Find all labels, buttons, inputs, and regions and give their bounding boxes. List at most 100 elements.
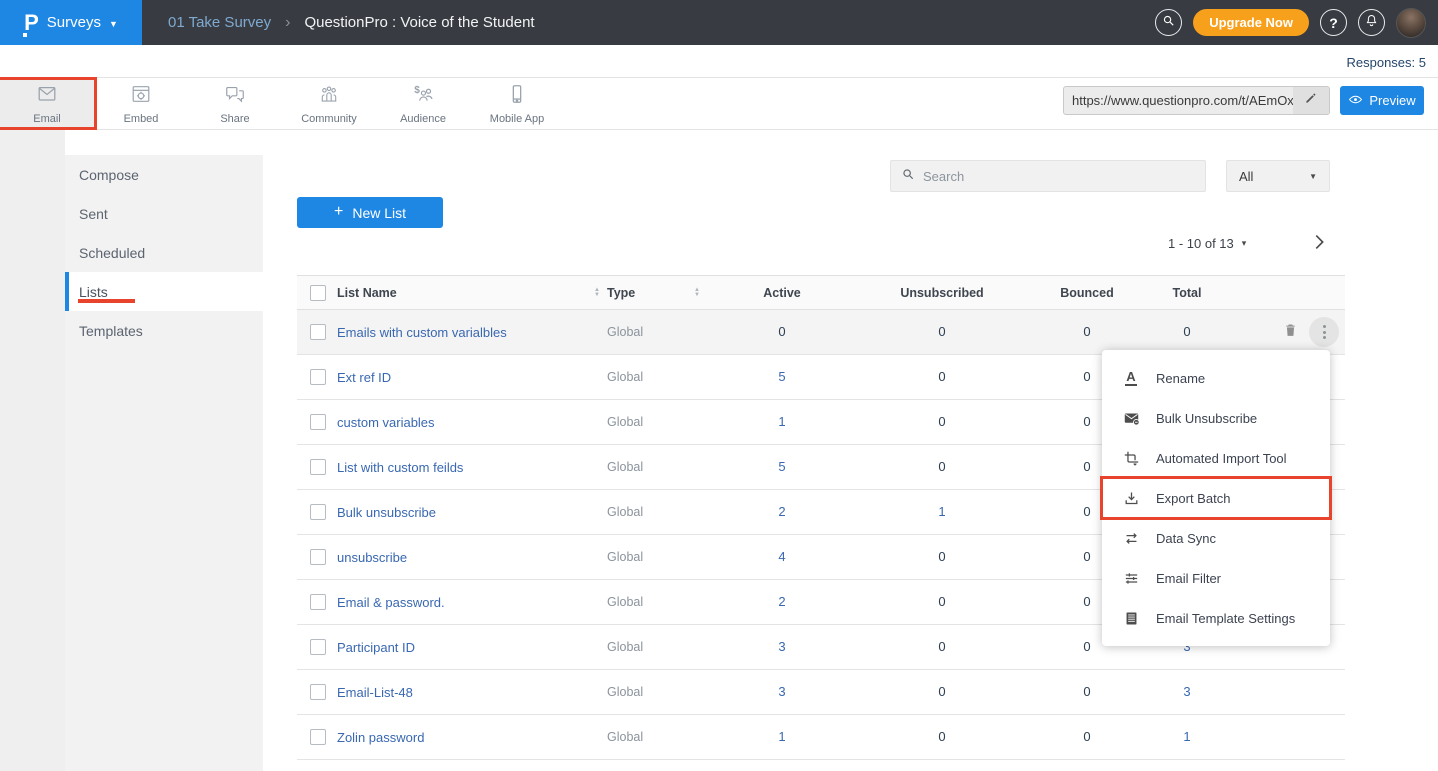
total-count[interactable]: 3: [1183, 684, 1190, 699]
total-count[interactable]: 1: [1183, 729, 1190, 744]
bounced-count[interactable]: 0: [1083, 414, 1090, 429]
bounced-count[interactable]: 0: [1083, 639, 1090, 654]
row-checkbox[interactable]: [310, 639, 326, 655]
edit-url-button[interactable]: [1293, 87, 1329, 114]
active-count[interactable]: 2: [778, 594, 785, 609]
context-menu-item[interactable]: Bulk Unsubscribe: [1102, 398, 1330, 438]
list-name-link[interactable]: unsubscribe: [337, 550, 407, 565]
distribute-toolbar: Email Embed Share Community $ Audience M…: [0, 78, 1438, 130]
bounced-count[interactable]: 0: [1083, 684, 1090, 699]
bounced-count[interactable]: 0: [1083, 549, 1090, 564]
bounced-count[interactable]: 0: [1083, 459, 1090, 474]
row-checkbox[interactable]: [310, 504, 326, 520]
unsubscribed-count[interactable]: 0: [938, 324, 945, 339]
survey-url-field[interactable]: https://www.questionpro.com/t/AEmOx2: [1063, 86, 1330, 115]
toolbar-item[interactable]: Mobile App: [470, 80, 564, 127]
avatar[interactable]: [1396, 8, 1426, 38]
active-count[interactable]: 4: [778, 549, 785, 564]
surveys-menu[interactable]: P Surveys ▼: [0, 0, 142, 45]
list-name-link[interactable]: Ext ref ID: [337, 370, 391, 385]
unsubscribed-count[interactable]: 0: [938, 684, 945, 699]
unsubscribed-count[interactable]: 0: [938, 549, 945, 564]
upgrade-now-button[interactable]: Upgrade Now: [1193, 9, 1309, 36]
active-count[interactable]: 5: [778, 369, 785, 384]
bounced-count[interactable]: 0: [1083, 504, 1090, 519]
bounced-count[interactable]: 0: [1083, 324, 1090, 339]
unsubscribed-count[interactable]: 0: [938, 459, 945, 474]
column-header-type[interactable]: Type: [607, 286, 687, 300]
search-input[interactable]: [923, 169, 1195, 184]
toolbar-icon: [318, 83, 340, 110]
eye-icon: [1348, 92, 1363, 110]
context-menu-item[interactable]: Automated Import Tool: [1102, 438, 1330, 478]
select-all-checkbox[interactable]: [310, 285, 326, 301]
row-checkbox[interactable]: [310, 594, 326, 610]
context-menu-item[interactable]: Email Template Settings: [1102, 598, 1330, 638]
list-name-link[interactable]: Email & password.: [337, 595, 445, 610]
active-count[interactable]: 5: [778, 459, 785, 474]
row-checkbox[interactable]: [310, 324, 326, 340]
row-checkbox[interactable]: [310, 459, 326, 475]
sidebar-item[interactable]: Lists: [65, 272, 263, 311]
unsubscribed-count[interactable]: 0: [938, 594, 945, 609]
row-checkbox[interactable]: [310, 369, 326, 385]
toolbar-item[interactable]: Community: [282, 80, 376, 127]
list-name-link[interactable]: Bulk unsubscribe: [337, 505, 436, 520]
preview-button[interactable]: Preview: [1340, 86, 1424, 115]
new-list-button[interactable]: + New List: [297, 197, 443, 228]
sort-icon[interactable]: ▲▼: [587, 288, 607, 298]
active-count[interactable]: 1: [778, 414, 785, 429]
context-menu-item[interactable]: Email Filter: [1102, 558, 1330, 598]
list-filter-dropdown[interactable]: All ▼: [1226, 160, 1330, 192]
pagination-dropdown[interactable]: 1 - 10 of 13 ▾: [1168, 236, 1246, 251]
toolbar-item[interactable]: $ Audience: [376, 80, 470, 127]
list-type: Global: [607, 595, 687, 609]
list-name-link[interactable]: Zolin password: [337, 730, 424, 745]
breadcrumb-survey-link[interactable]: 01 Take Survey: [168, 14, 271, 31]
row-checkbox[interactable]: [310, 414, 326, 430]
sidebar-item[interactable]: Sent: [65, 194, 263, 233]
unsubscribed-count[interactable]: 0: [938, 639, 945, 654]
row-checkbox[interactable]: [310, 729, 326, 745]
list-name-link[interactable]: Participant ID: [337, 640, 415, 655]
bounced-count[interactable]: 0: [1083, 369, 1090, 384]
list-name-link[interactable]: Email-List-48: [337, 685, 413, 700]
total-count[interactable]: 0: [1183, 324, 1190, 339]
context-menu-item[interactable]: A Rename: [1102, 358, 1330, 398]
active-count[interactable]: 3: [778, 639, 785, 654]
notifications-button[interactable]: [1358, 9, 1385, 36]
list-name-link[interactable]: List with custom feilds: [337, 460, 463, 475]
context-menu-item[interactable]: Export Batch: [1102, 478, 1330, 518]
toolbar-item[interactable]: Embed: [94, 80, 188, 127]
next-page-button[interactable]: [1308, 231, 1332, 255]
sidebar-item[interactable]: Templates: [65, 311, 263, 350]
unsubscribed-count[interactable]: 0: [938, 369, 945, 384]
toolbar-item[interactable]: Email: [0, 80, 94, 127]
list-name-link[interactable]: custom variables: [337, 415, 435, 430]
help-button[interactable]: ?: [1320, 9, 1347, 36]
sidebar-item[interactable]: Scheduled: [65, 233, 263, 272]
toolbar-item[interactable]: Share: [188, 80, 282, 127]
unsubscribed-count[interactable]: 0: [938, 414, 945, 429]
unsubscribed-count[interactable]: 0: [938, 729, 945, 744]
context-menu-item[interactable]: Data Sync: [1102, 518, 1330, 558]
row-more-options-button[interactable]: [1309, 317, 1339, 347]
search-button[interactable]: [1155, 9, 1182, 36]
column-header-list-name[interactable]: List Name: [337, 286, 587, 300]
topbar-actions: Upgrade Now ?: [1155, 0, 1426, 45]
delete-list-button[interactable]: [1279, 321, 1301, 343]
bounced-count[interactable]: 0: [1083, 594, 1090, 609]
row-checkbox[interactable]: [310, 549, 326, 565]
active-count[interactable]: 0: [778, 324, 785, 339]
active-count[interactable]: 3: [778, 684, 785, 699]
bounced-count[interactable]: 0: [1083, 729, 1090, 744]
active-count[interactable]: 1: [778, 729, 785, 744]
toolbar-item-label: Share: [220, 113, 249, 125]
row-checkbox[interactable]: [310, 684, 326, 700]
unsubscribed-count[interactable]: 1: [938, 504, 945, 519]
sidebar-item[interactable]: Compose: [65, 155, 263, 194]
questionpro-logo: P: [24, 12, 39, 34]
active-count[interactable]: 2: [778, 504, 785, 519]
list-name-link[interactable]: Emails with custom varialbles: [337, 325, 507, 340]
sort-icon[interactable]: ▲▼: [687, 288, 707, 298]
